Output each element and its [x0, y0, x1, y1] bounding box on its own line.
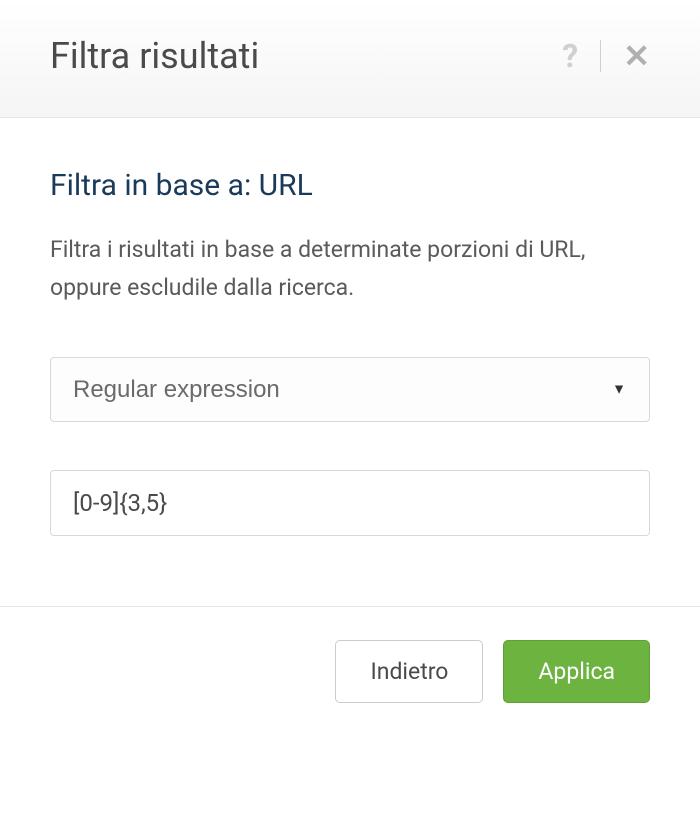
- apply-button[interactable]: Applica: [503, 640, 650, 703]
- dialog-body: Filtra in base a: URL Filtra i risultati…: [0, 118, 700, 576]
- dialog-header: Filtra risultati ? ✕: [0, 0, 700, 118]
- dialog-title: Filtra risultati: [50, 35, 259, 77]
- dialog-footer: Indietro Applica: [0, 606, 700, 736]
- help-icon[interactable]: ?: [562, 37, 578, 75]
- divider: [600, 40, 601, 72]
- back-button[interactable]: Indietro: [335, 640, 483, 703]
- filter-subtitle: Filtra in base a: URL: [50, 168, 650, 203]
- filter-description: Filtra i risultati in base a determinate…: [50, 231, 650, 307]
- header-actions: ? ✕: [562, 37, 650, 75]
- close-icon[interactable]: ✕: [623, 40, 650, 72]
- filter-type-select-wrapper: Regular expression ▼: [50, 357, 650, 422]
- filter-pattern-input[interactable]: [50, 470, 650, 536]
- filter-type-select[interactable]: Regular expression: [50, 357, 650, 422]
